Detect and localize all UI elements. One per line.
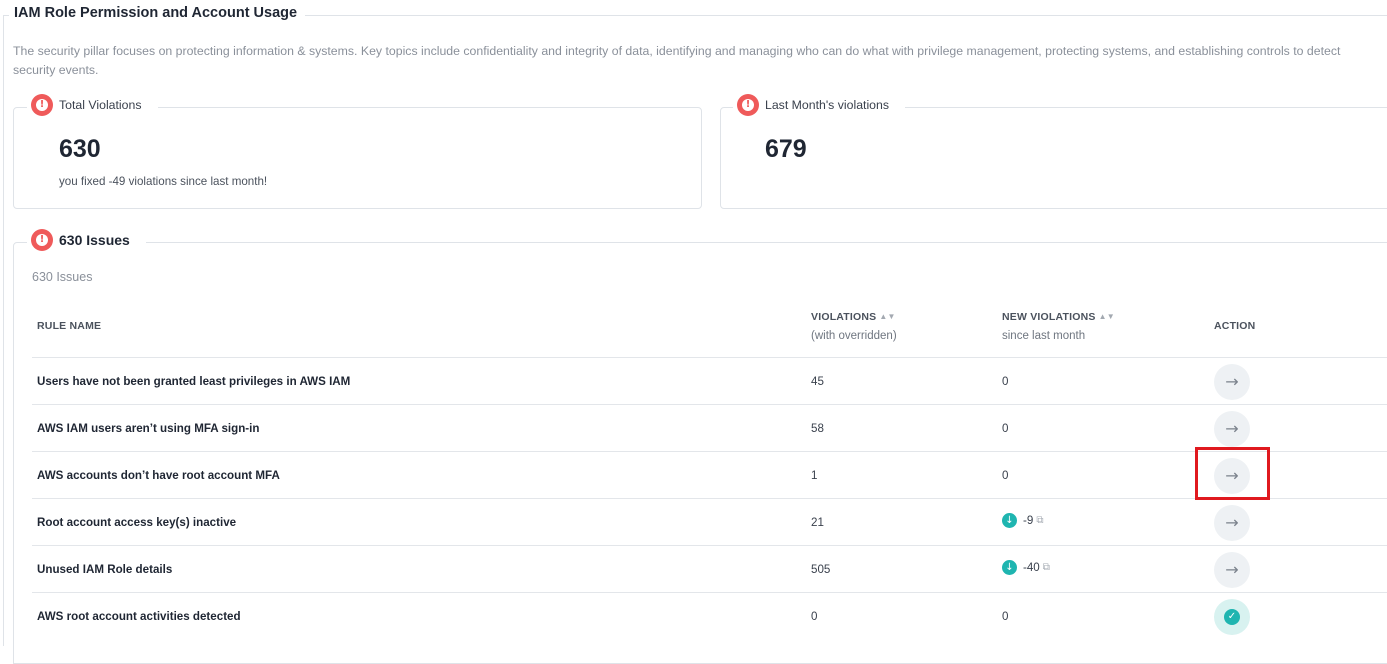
view-details-arrow-button[interactable]: → (1214, 364, 1250, 400)
column-header-action: ACTION (1214, 320, 1256, 332)
table-row: Users have not been granted least privil… (32, 357, 1387, 405)
rule-name-cell: AWS root account activities detected (37, 610, 241, 623)
view-details-arrow-button[interactable]: → (1214, 552, 1250, 588)
new-violations-cell: ↓ -40 ⧉ (1002, 560, 1050, 575)
new-violations-cell: ↓ -9 ⧉ (1002, 513, 1043, 528)
table-row: AWS accounts don’t have root account MFA… (32, 451, 1387, 499)
last-month-card (720, 107, 1387, 209)
rule-name-cell: AWS IAM users aren’t using MFA sign-in (37, 422, 260, 435)
violations-cell: 0 (811, 610, 818, 623)
violations-header-subtitle: (with overridden) (811, 330, 897, 342)
last-month-value: 679 (765, 135, 807, 163)
external-link-icon[interactable]: ⧉ (1043, 562, 1050, 573)
column-header-violations[interactable]: VIOLATIONS ▲▼ (811, 311, 896, 323)
last-month-label: Last Month's violations (765, 98, 890, 112)
alert-icon: ! (737, 94, 759, 116)
view-details-arrow-button[interactable]: → (1214, 411, 1250, 447)
issues-legend: ! 630 Issues (27, 229, 146, 251)
alert-icon: ! (31, 229, 53, 251)
rule-name-cell: AWS accounts don’t have root account MFA (37, 469, 280, 482)
new-violations-cell: 0 (1002, 375, 1009, 388)
table-row: AWS root account activities detected 0 0 ✓ (32, 592, 1387, 640)
resolved-check-icon: ✓ (1214, 599, 1250, 635)
new-violations-header-label: NEW VIOLATIONS (1002, 311, 1096, 323)
issues-subtitle: 630 Issues (32, 270, 93, 284)
total-violations-legend: ! Total Violations (27, 94, 158, 116)
external-link-icon[interactable]: ⧉ (1036, 515, 1043, 526)
violations-cell: 21 (811, 516, 824, 529)
section-title: IAM Role Permission and Account Usage (9, 5, 306, 21)
total-violations-value: 630 (59, 135, 101, 163)
sort-icon[interactable]: ▲▼ (1099, 313, 1115, 321)
arrow-down-icon: ↓ (1002, 513, 1017, 528)
column-header-new-violations[interactable]: NEW VIOLATIONS ▲▼ (1002, 311, 1115, 323)
new-violations-header-subtitle: since last month (1002, 330, 1086, 342)
new-violations-cell: 0 (1002, 469, 1009, 482)
check-icon: ✓ (1224, 609, 1240, 625)
issues-count-title: 630 Issues (59, 232, 130, 248)
new-violations-cell: 0 (1002, 610, 1009, 623)
new-violations-value: -40 (1023, 561, 1040, 574)
total-violations-subtext: you fixed -49 violations since last mont… (59, 175, 268, 188)
section-description: The security pillar focuses on protectin… (13, 44, 1341, 77)
rule-name-cell: Root account access key(s) inactive (37, 516, 237, 529)
column-header-rule-name: RULE NAME (37, 320, 102, 332)
violations-cell: 45 (811, 375, 824, 388)
table-row: Unused IAM Role details 505 ↓ -40 ⧉ → (32, 545, 1387, 593)
total-violations-card (13, 107, 702, 209)
highlight-box (1195, 447, 1270, 500)
alert-icon: ! (31, 94, 53, 116)
table-row: Root account access key(s) inactive 21 ↓ -9… (32, 498, 1387, 546)
violations-cell: 1 (811, 469, 818, 482)
new-violations-value: -9 (1023, 514, 1034, 527)
sort-icon[interactable]: ▲▼ (879, 313, 895, 321)
last-month-legend: ! Last Month's violations (733, 94, 906, 116)
arrow-down-icon: ↓ (1002, 560, 1017, 575)
new-violations-cell: 0 (1002, 422, 1009, 435)
violations-header-label: VIOLATIONS (811, 311, 877, 323)
rule-name-cell: Unused IAM Role details (37, 563, 173, 576)
rule-name-cell: Users have not been granted least privil… (37, 375, 351, 388)
view-details-arrow-button[interactable]: → (1214, 505, 1250, 541)
total-violations-label: Total Violations (59, 98, 142, 112)
table-row: AWS IAM users aren’t using MFA sign-in 58… (32, 404, 1387, 452)
violations-cell: 58 (811, 422, 824, 435)
violations-cell: 505 (811, 563, 831, 576)
